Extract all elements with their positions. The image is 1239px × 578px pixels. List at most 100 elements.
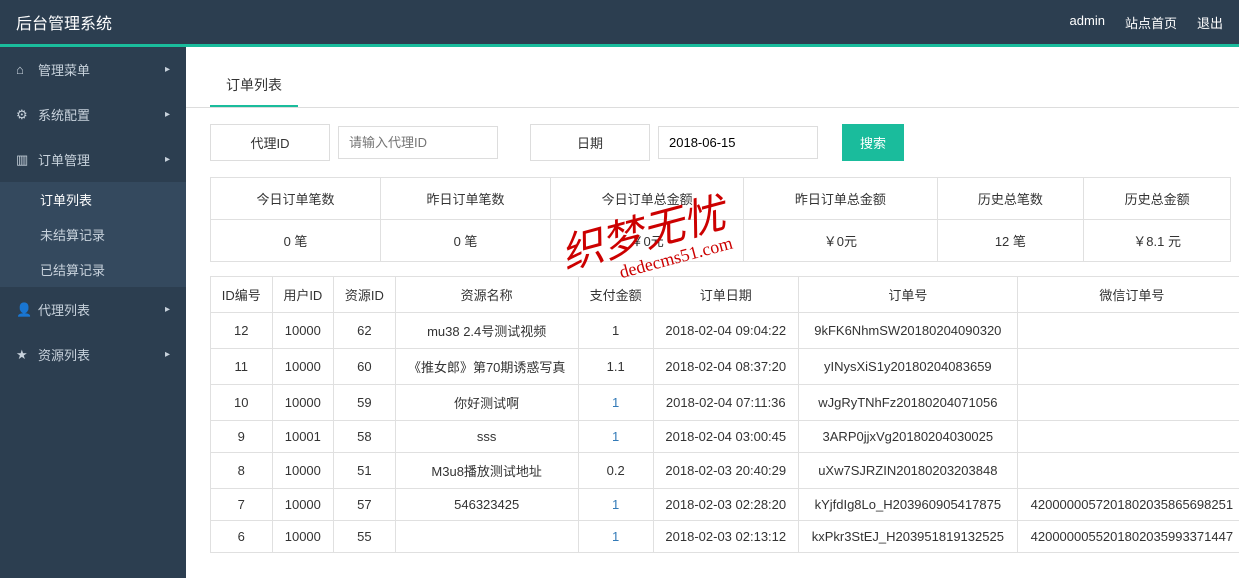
home-link[interactable]: 站点首页 xyxy=(1125,13,1177,32)
chevron-right-icon: ▸ xyxy=(165,304,170,315)
cell: 59 xyxy=(334,385,396,421)
table-row: 81000051M3u8播放测试地址0.22018-02-03 20:40:29… xyxy=(211,453,1239,489)
sidebar-item-star[interactable]: ★资源列表▸ xyxy=(0,332,186,377)
cell: 2018-02-04 08:37:20 xyxy=(653,349,798,385)
cell: 12 xyxy=(211,313,273,349)
star-icon: ★ xyxy=(16,347,30,363)
tab-bar: 订单列表 xyxy=(186,47,1239,108)
cell: 10000 xyxy=(272,521,334,553)
header-right: admin 站点首页 退出 xyxy=(1070,13,1223,32)
cell: 8 xyxy=(211,453,273,489)
sidebar-item-user[interactable]: 👤 代理列表 ▸ xyxy=(0,287,186,332)
stats-table: 今日订单笔数昨日订单笔数今日订单总金额昨日订单总金额历史总笔数历史总金额 0 笔… xyxy=(210,177,1231,262)
sidebar-item-home[interactable]: ⌂管理菜单▸ xyxy=(0,47,186,92)
user-link[interactable]: admin xyxy=(1070,13,1105,32)
cell: 2018-02-03 20:40:29 xyxy=(653,453,798,489)
stats-value: 0 笔 xyxy=(381,220,551,262)
chevron-right-icon: ▸ xyxy=(165,64,170,75)
cell: sss xyxy=(395,421,578,453)
sidebar-item-label: 管理菜单 xyxy=(38,60,90,79)
date-input[interactable] xyxy=(658,126,818,159)
cell: 1 xyxy=(578,385,653,421)
stats-value: ￥0元 xyxy=(744,220,937,262)
cell: 你好测试啊 xyxy=(395,385,578,421)
tab-orders[interactable]: 订单列表 xyxy=(210,65,298,107)
cell: mu38 2.4号测试视频 xyxy=(395,313,578,349)
search-button[interactable]: 搜索 xyxy=(842,124,904,161)
cell: 1 xyxy=(578,421,653,453)
table-row: 7100005754632342512018-02-03 02:28:20kYj… xyxy=(211,489,1239,521)
table-row: 91000158sss12018-02-04 03:00:453ARP0jjxV… xyxy=(211,421,1239,453)
sidebar-item-label: 代理列表 xyxy=(38,300,90,319)
sidebar-item-chart[interactable]: ▥ 订单管理 ▸ xyxy=(0,137,186,182)
cell: 10000 xyxy=(272,489,334,521)
table-row: 101000059你好测试啊12018-02-04 07:11:36wJgRyT… xyxy=(211,385,1239,421)
cell: kxPkr3StEJ_H203951819132525 xyxy=(798,521,1017,553)
cell: 58 xyxy=(334,421,396,453)
table-row: 6100005512018-02-03 02:13:12kxPkr3StEJ_H… xyxy=(211,521,1239,553)
submenu-item[interactable]: 已结算记录 xyxy=(0,252,186,287)
sidebar-item-label: 资源列表 xyxy=(38,345,90,364)
cell: 2018-02-04 09:04:22 xyxy=(653,313,798,349)
chart-icon: ▥ xyxy=(16,152,30,168)
stats-header: 历史总金额 xyxy=(1084,178,1231,220)
cell: 11 xyxy=(211,349,273,385)
cell: 3ARP0jjxVg20180204030025 xyxy=(798,421,1017,453)
cell: kYjfdIg8Lo_H203960905417875 xyxy=(798,489,1017,521)
sidebar: ⌂管理菜单▸⚙系统配置▸▥订单管理▸订单列表未结算记录已结算记录👤代理列表▸★资… xyxy=(0,47,186,578)
cell: 55 xyxy=(334,521,396,553)
submenu-item[interactable]: 订单列表 xyxy=(0,182,186,217)
table-row: 121000062mu38 2.4号测试视频12018-02-04 09:04:… xyxy=(211,313,1239,349)
agent-id-input[interactable] xyxy=(338,126,498,159)
column-header: 支付金额 xyxy=(578,277,653,313)
cell: 1 xyxy=(578,313,653,349)
cell: 6 xyxy=(211,521,273,553)
sidebar-item-cogs[interactable]: ⚙系统配置▸ xyxy=(0,92,186,137)
cell: 4200000057201802035865698251 xyxy=(1017,489,1239,521)
submenu-item[interactable]: 未结算记录 xyxy=(0,217,186,252)
table-row: 111000060《推女郎》第70期诱惑写真1.12018-02-04 08:3… xyxy=(211,349,1239,385)
orders-table: ID编号用户ID资源ID资源名称支付金额订单日期订单号微信订单号 1210000… xyxy=(210,276,1239,553)
cell: 546323425 xyxy=(395,489,578,521)
stats-value: ￥8.1 元 xyxy=(1084,220,1231,262)
agent-id-label: 代理ID xyxy=(210,124,330,161)
cell xyxy=(1017,349,1239,385)
cell: 57 xyxy=(334,489,396,521)
stats-header: 昨日订单总金额 xyxy=(744,178,937,220)
cell: 10000 xyxy=(272,385,334,421)
header: 后台管理系统 admin 站点首页 退出 xyxy=(0,0,1239,44)
stats-value: ￥0元 xyxy=(551,220,744,262)
column-header: 微信订单号 xyxy=(1017,277,1239,313)
logout-link[interactable]: 退出 xyxy=(1197,13,1223,32)
cell: 2018-02-03 02:28:20 xyxy=(653,489,798,521)
chevron-right-icon: ▸ xyxy=(165,154,170,165)
cell xyxy=(395,521,578,553)
filter-row: 代理ID 日期 搜索 xyxy=(186,108,1239,177)
stats-header: 今日订单总金额 xyxy=(551,178,744,220)
cell: 1 xyxy=(578,489,653,521)
user-icon: 👤 xyxy=(16,302,30,318)
stats-header: 今日订单笔数 xyxy=(211,178,381,220)
column-header: 订单号 xyxy=(798,277,1017,313)
cell: uXw7SJRZIN20180203203848 xyxy=(798,453,1017,489)
column-header: 订单日期 xyxy=(653,277,798,313)
cell: 51 xyxy=(334,453,396,489)
cell: 9kFK6NhmSW20180204090320 xyxy=(798,313,1017,349)
cell xyxy=(1017,313,1239,349)
stats-value: 0 笔 xyxy=(211,220,381,262)
cell: 10000 xyxy=(272,453,334,489)
cogs-icon: ⚙ xyxy=(16,107,30,123)
column-header: ID编号 xyxy=(211,277,273,313)
cell: 7 xyxy=(211,489,273,521)
cell: 2018-02-03 02:13:12 xyxy=(653,521,798,553)
column-header: 资源ID xyxy=(334,277,396,313)
cell: 2018-02-04 07:11:36 xyxy=(653,385,798,421)
cell: 2018-02-04 03:00:45 xyxy=(653,421,798,453)
cell: 62 xyxy=(334,313,396,349)
cell xyxy=(1017,421,1239,453)
cell: 1.1 xyxy=(578,349,653,385)
sidebar-item-label: 订单管理 xyxy=(38,150,90,169)
cell xyxy=(1017,385,1239,421)
stats-header: 历史总笔数 xyxy=(937,178,1084,220)
cell: 10000 xyxy=(272,313,334,349)
